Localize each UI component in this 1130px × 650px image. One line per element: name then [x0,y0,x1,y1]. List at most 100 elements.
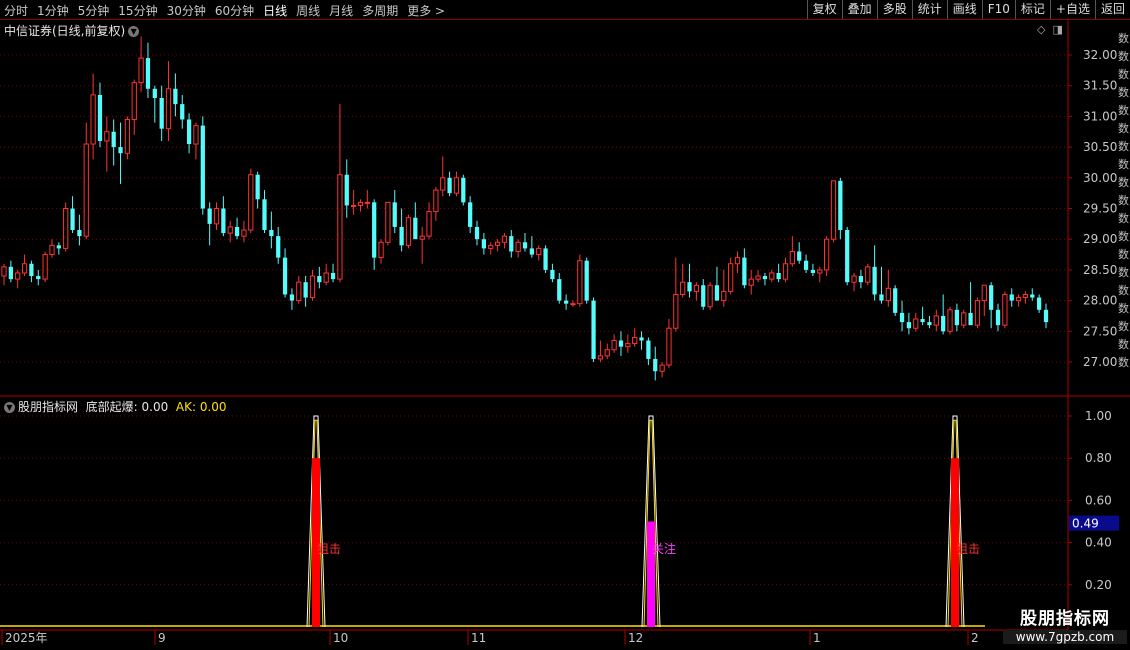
candle-body-up [748,278,754,286]
candle-body-down [159,97,164,129]
signal-bar [647,521,655,627]
candle-body-up [104,131,110,142]
candle-body-up [138,57,144,84]
date-tick-label: 2025年 [5,631,48,645]
candle-body-down [8,266,13,280]
candle-body-down [1009,294,1014,301]
candle-body-up [165,88,172,130]
candle-body-up [913,318,919,329]
price-tick-label: 29.50 [1083,202,1117,216]
candle-body-up [817,269,823,274]
candle-body-down [906,322,912,329]
candle-body-up [824,238,830,271]
candle-body-down [221,208,226,234]
date-tick-label: 1 [813,631,821,645]
price-tick-label: 32.00 [1083,48,1117,62]
date-tick-label: 10 [333,631,348,645]
candle-body-up [693,284,700,292]
candle-body-down [564,300,569,304]
indicator-tick-label: 0.20 [1085,578,1112,592]
candle-body-down [989,285,994,310]
candle-body-up [570,303,576,306]
candle-body-up [357,201,364,206]
candle-body-down [474,226,480,240]
candle-body-up [405,217,412,246]
candle-body-up [673,293,679,329]
candle-body-down [234,226,240,237]
candle-body-down [557,279,562,301]
candle-body-down [646,340,651,359]
candle-body-up [782,263,789,280]
candle-body-up [494,241,501,246]
candle-body-down [303,282,308,298]
candle-body-up [721,290,727,302]
candle-body-down [152,88,157,98]
indicator-tick-label: 0.40 [1085,536,1112,550]
candle-body-down [447,177,452,194]
candle-body-down [584,260,589,301]
candle-body-up [42,254,48,280]
candle-body-down [1030,294,1035,298]
candle-body-down [392,202,397,227]
price-tick-label: 30.00 [1083,171,1117,185]
date-tick-label: 9 [158,631,166,645]
signal-label: 关注 [652,541,676,556]
price-tick-label: 27.00 [1083,355,1117,369]
candle-body-up [851,275,857,283]
candle-body-down [776,272,781,280]
candle-body-up [83,143,89,237]
candle-body-down [413,217,418,240]
candle-body-down [262,199,267,230]
candle-body-down [927,322,932,326]
candle-body-up [1022,293,1029,299]
watermark-title: 股朋指标网 [1020,609,1110,629]
candle-body-down [879,294,884,301]
candle-body-down [858,276,864,283]
candle-body-up [981,284,987,302]
candle-body-up [440,177,446,191]
candle-body-up [453,177,460,194]
candle-body-up [769,272,775,280]
candle-body-up [707,284,713,308]
candle-body-up [385,201,391,243]
candle-body-down [344,174,349,206]
candle-body-down [701,285,706,307]
candle-body-down [845,229,850,283]
candle-body-up [933,315,939,326]
candle-body-down [618,340,624,347]
indicator-tick-label: 0.60 [1085,493,1112,507]
candle-body-down [77,229,82,237]
candle-body-down [282,257,288,295]
price-tick-label: 28.50 [1083,263,1117,277]
candle-body-up [597,355,604,360]
candle-body-down [941,315,946,332]
candle-body-up [961,312,967,326]
candle-body-up [947,309,953,332]
indicator-tick-label: 1.00 [1085,409,1112,423]
date-tick-label: 2 [971,631,979,645]
candle-body-down [173,88,178,105]
candle-body-down [481,239,486,249]
date-tick-label: 11 [471,631,486,645]
candle-body-up [830,180,837,240]
price-tick-label: 29.00 [1083,232,1117,246]
right-edge-panel: 数数数数数数数数数数数数数数数数数数数 [1118,32,1129,369]
candle-body-up [433,189,439,213]
price-tick-label: 28.00 [1083,294,1117,308]
candle-body-up [63,208,69,249]
candle-body-down [56,245,61,249]
candle-body-up [666,327,672,366]
signal-label: 狙击 [956,542,980,556]
candle-body-down [591,300,596,359]
candle-body-down [797,251,802,261]
candle-body-down [145,58,151,89]
candle-body-up [350,204,357,207]
candle-body-up [488,244,494,249]
candle-body-down [399,226,404,246]
candle-body-down [180,104,185,120]
candle-body-up [419,235,425,240]
kline-chart[interactable]: 32.00 31.50 31.00 30.50 30.00 29.50 29.00 28.50… [0,0,1130,650]
candle-body-up [755,275,761,280]
candle-body-down [207,208,212,224]
candle-body-down [36,276,41,280]
